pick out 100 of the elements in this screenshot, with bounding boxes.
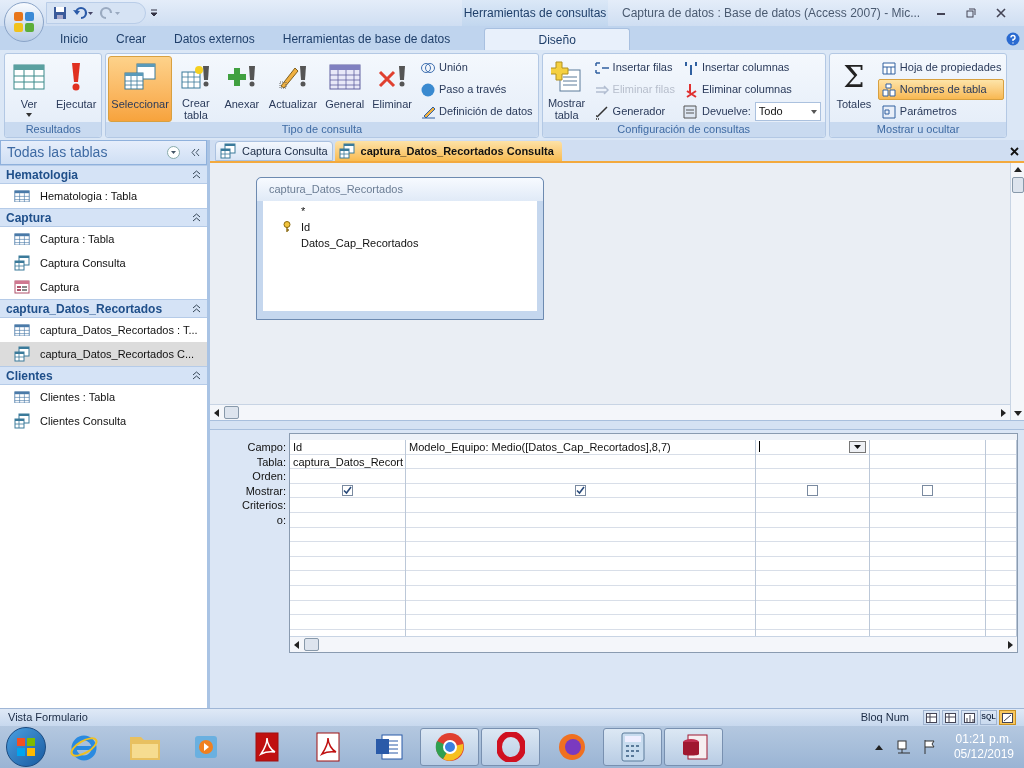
show-checkbox[interactable] xyxy=(342,485,353,497)
ribbon-button[interactable]: Σ Totales xyxy=(831,56,876,122)
nav-item[interactable]: Captura Consulta xyxy=(0,251,207,275)
ribbon-button[interactable]: Eliminar xyxy=(369,56,415,122)
ribbon-button[interactable]: Actualizar xyxy=(265,56,321,122)
nav-item[interactable]: Clientes : Tabla xyxy=(0,385,207,409)
ribbon-button[interactable]: Mostrar tabla xyxy=(544,56,589,122)
status-text: Vista Formulario xyxy=(8,710,89,726)
taskbar-app[interactable] xyxy=(481,728,540,766)
ribbon-small-button[interactable]: Insertar filas xyxy=(590,57,678,78)
nav-group-header[interactable]: captura_Datos_Recortados xyxy=(0,299,207,318)
scrollbar-thumb[interactable] xyxy=(1011,177,1024,193)
nav-item[interactable]: Clientes Consulta xyxy=(0,409,207,433)
ribbon-tab[interactable]: Crear xyxy=(102,28,161,50)
close-icon[interactable] xyxy=(996,8,1006,18)
nav-item[interactable]: Hematologia : Tabla xyxy=(0,184,207,208)
nav-group-header[interactable]: Hematologia xyxy=(0,165,207,184)
start-button[interactable] xyxy=(6,727,46,767)
contextual-tab-label: Herramientas de consultas xyxy=(462,0,608,26)
view-button[interactable] xyxy=(923,710,940,725)
ribbon-small-button[interactable]: Parámetros xyxy=(877,101,1005,122)
view-button[interactable] xyxy=(999,710,1016,725)
office-logo-icon xyxy=(12,10,36,34)
ribbon-button[interactable]: Ejecutar xyxy=(53,56,100,122)
collapse-icon xyxy=(192,170,201,179)
view-button[interactable] xyxy=(942,710,959,725)
document-tab[interactable]: captura_Datos_Recortados Consulta xyxy=(334,141,562,161)
table-icon xyxy=(14,189,30,203)
taskbar-app[interactable] xyxy=(603,728,662,766)
field-name[interactable]: Id xyxy=(301,218,311,236)
key-icon xyxy=(283,221,291,233)
nav-group-header[interactable]: Captura xyxy=(0,208,207,227)
ribbon-small-button[interactable]: Nombres de tabla xyxy=(877,79,1005,100)
ribbon-tab[interactable]: Inicio xyxy=(46,28,102,50)
help-icon[interactable] xyxy=(1006,32,1020,46)
nav-item[interactable]: captura_Datos_Recortados : T... xyxy=(0,318,207,342)
ribbon-button[interactable]: Anexar xyxy=(219,56,264,122)
caret-icon xyxy=(26,113,32,117)
browser-icon xyxy=(434,732,465,762)
ribbon-button[interactable]: General xyxy=(322,56,368,122)
ribbon-small-button[interactable]: Insertar columnas xyxy=(679,57,823,78)
customize-menu-icon[interactable] xyxy=(150,9,158,17)
dropdown-circle-icon[interactable] xyxy=(167,146,180,159)
row-label: Tabla: xyxy=(255,454,286,470)
show-checkbox[interactable] xyxy=(807,485,818,497)
table-field-list[interactable]: captura_Datos_Recortados * Id Datos_Cap_Recortados xyxy=(256,177,544,320)
nav-item[interactable]: Captura : Tabla xyxy=(0,227,207,251)
collapse-icon xyxy=(192,213,201,222)
nav-group-header[interactable]: Clientes xyxy=(0,366,207,385)
ribbon-small-button[interactable]: Paso a través xyxy=(417,79,536,100)
sigma-icon: Σ xyxy=(843,61,865,93)
view-button[interactable] xyxy=(961,710,978,725)
flag-icon[interactable] xyxy=(921,739,938,755)
taskbar-app[interactable] xyxy=(420,728,479,766)
field-name[interactable]: * xyxy=(301,202,306,220)
ribbon-small-button[interactable]: Eliminar columnas xyxy=(679,79,823,100)
ribbon-small-button[interactable]: Hoja de propiedades xyxy=(877,57,1005,78)
save-icon[interactable] xyxy=(53,6,67,20)
return-dropdown[interactable]: Todo xyxy=(754,102,821,121)
combo-label: Devuelve: xyxy=(701,104,751,120)
grid-cell[interactable]: captura_Datos_Recort xyxy=(290,454,405,470)
undo-icon[interactable] xyxy=(72,6,94,20)
show-checkbox[interactable] xyxy=(575,485,586,497)
show-checkbox[interactable] xyxy=(922,485,933,497)
nav-item[interactable]: captura_Datos_Recortados C... xyxy=(0,342,207,366)
ribbon-tab[interactable]: Datos externos xyxy=(160,28,269,50)
table-names-icon xyxy=(880,81,897,98)
ribbon-button[interactable]: Crear tabla xyxy=(173,56,218,122)
collapse-icon xyxy=(192,304,201,313)
group-label: Configuración de consultas xyxy=(542,122,825,137)
grid-cell[interactable]: Id xyxy=(290,440,405,455)
grid-cell[interactable]: Modelo_Equipo: Medio([Datos_Cap_Recortados],8,7) xyxy=(406,440,755,455)
taskbar-app[interactable] xyxy=(664,728,723,766)
insert-columns-icon xyxy=(682,59,699,76)
collapse-pane-icon[interactable] xyxy=(190,148,200,157)
browser-icon xyxy=(556,732,587,762)
ribbon-tab[interactable]: Herramientas de base de datos xyxy=(268,28,465,50)
nav-item[interactable]: Captura xyxy=(0,275,207,299)
table-icon xyxy=(14,323,30,337)
field-name[interactable]: Datos_Cap_Recortados xyxy=(301,234,419,252)
row-label: Orden: xyxy=(251,469,286,484)
ribbon-small-button[interactable]: Unión xyxy=(417,57,536,78)
form-icon xyxy=(14,280,30,294)
scrollbar-thumb[interactable] xyxy=(224,406,239,419)
network-icon[interactable] xyxy=(895,739,912,755)
clock-date: 05/12/2019 xyxy=(953,747,1014,762)
scrollbar-thumb[interactable] xyxy=(304,638,319,651)
document-tab[interactable]: Captura Consulta xyxy=(215,141,333,161)
table-icon xyxy=(14,232,30,246)
ribbon-small-button[interactable]: Definición de datos xyxy=(417,101,536,122)
ribbon-tab[interactable]: Diseño xyxy=(484,28,631,50)
nav-pane-header[interactable]: Todas las tablas xyxy=(0,140,207,165)
restore-icon[interactable] xyxy=(966,8,976,18)
dropdown-button[interactable] xyxy=(849,440,866,453)
show-table-icon xyxy=(550,60,583,93)
ribbon-small-button[interactable]: Generador xyxy=(590,101,678,122)
ribbon-button[interactable]: Ver xyxy=(7,56,51,122)
grid-cell[interactable] xyxy=(756,440,869,455)
ribbon-button[interactable]: Seleccionar xyxy=(108,56,172,122)
show-hidden-icon[interactable] xyxy=(873,743,884,751)
